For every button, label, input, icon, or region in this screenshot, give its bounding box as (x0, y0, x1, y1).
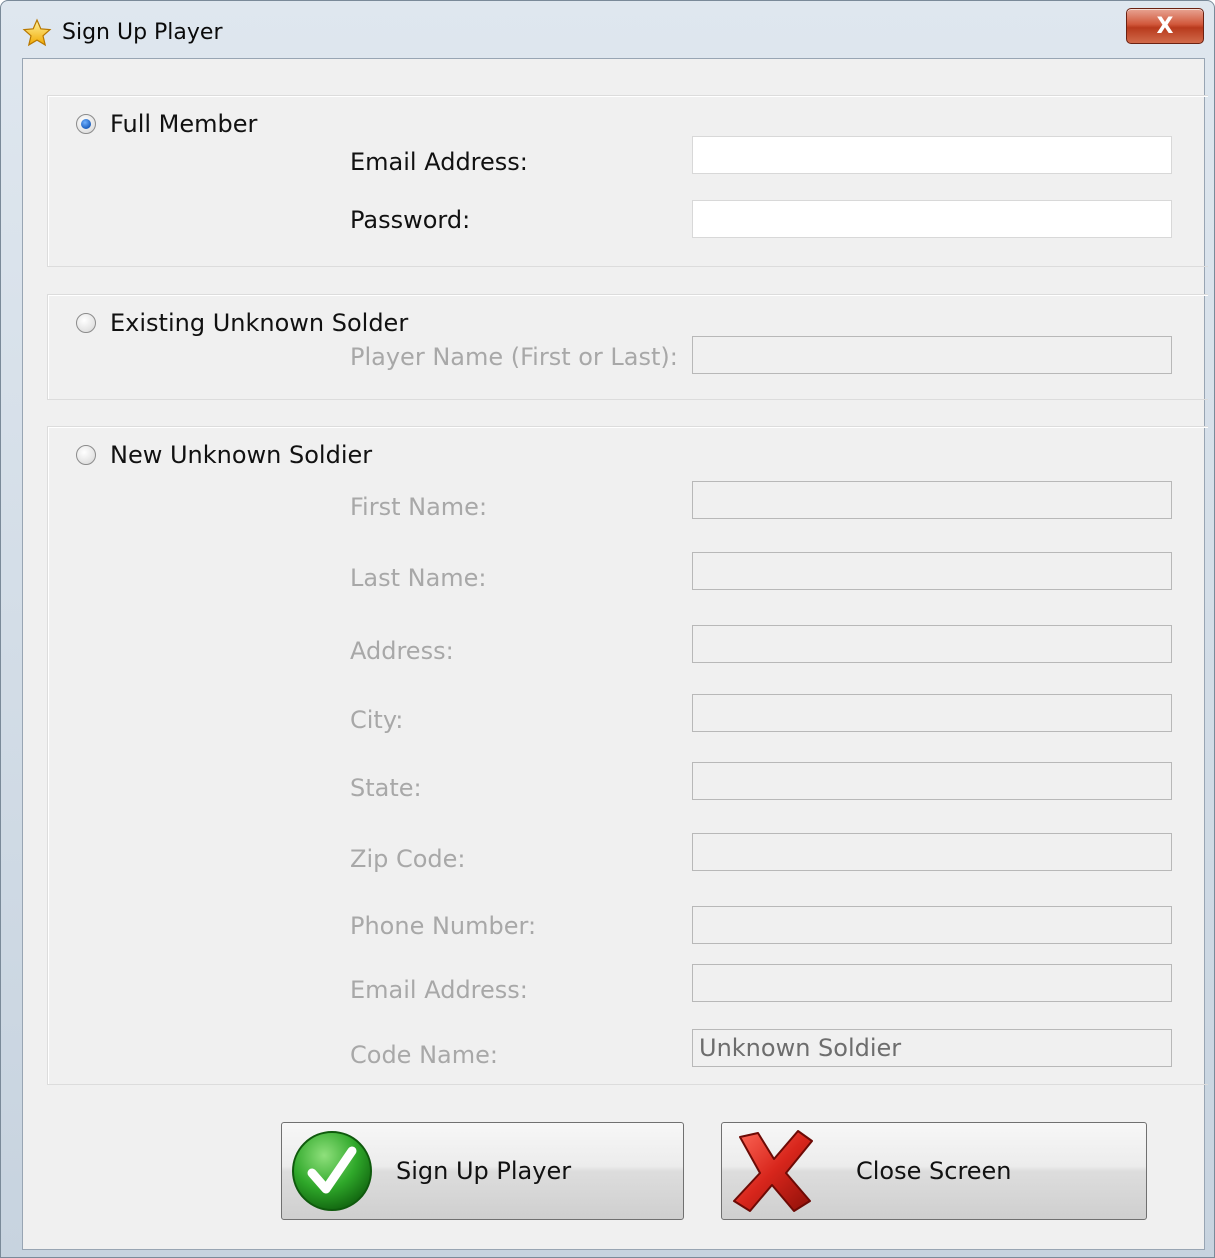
city-label: City: (350, 706, 404, 734)
full-member-radio[interactable] (76, 114, 96, 134)
full-member-radio-option[interactable]: Full Member (76, 110, 257, 138)
email-address-field[interactable] (692, 136, 1172, 174)
new-email-address-field[interactable] (692, 964, 1172, 1002)
password-label: Password: (350, 206, 471, 234)
full-member-label: Full Member (110, 110, 258, 138)
existing-unknown-radio[interactable] (76, 313, 96, 333)
first-name-label: First Name: (350, 493, 488, 521)
first-name-field[interactable] (692, 481, 1172, 519)
close-screen-label: Close Screen (856, 1157, 1012, 1185)
player-name-label: Player Name (First or Last): (350, 343, 678, 371)
new-email-address-label: Email Address: (350, 976, 528, 1004)
code-name-field[interactable] (692, 1029, 1172, 1067)
address-label: Address: (350, 637, 454, 665)
sign-up-player-label: Sign Up Player (396, 1157, 572, 1185)
window-close-button[interactable]: X (1126, 8, 1204, 44)
email-address-label: Email Address: (350, 148, 528, 176)
state-label: State: (350, 774, 422, 802)
phone-number-field[interactable] (692, 906, 1172, 944)
last-name-label: Last Name: (350, 564, 487, 592)
form-client-area: Full Member Email Address: Password: Exi… (22, 58, 1208, 1250)
new-unknown-group: New Unknown Soldier First Name: Last Nam… (47, 426, 1208, 1085)
last-name-field[interactable] (692, 552, 1172, 590)
existing-unknown-group: Existing Unknown Solder Player Name (Fir… (47, 294, 1208, 400)
player-name-field[interactable] (692, 336, 1172, 374)
phone-number-label: Phone Number: (350, 912, 537, 940)
window-title: Sign Up Player (62, 20, 223, 45)
sign-up-player-button[interactable]: Sign Up Player (281, 1122, 684, 1220)
existing-unknown-radio-option[interactable]: Existing Unknown Solder (76, 309, 408, 337)
new-unknown-radio-option[interactable]: New Unknown Soldier (76, 441, 372, 469)
code-name-label: Code Name: (350, 1041, 498, 1069)
city-field[interactable] (692, 694, 1172, 732)
state-field[interactable] (692, 762, 1172, 800)
address-field[interactable] (692, 625, 1172, 663)
full-member-group: Full Member Email Address: Password: (47, 95, 1208, 267)
close-screen-button[interactable]: Close Screen (721, 1122, 1147, 1220)
sign-up-player-window: Sign Up Player X Full Member Email Addre… (0, 0, 1215, 1258)
zip-code-field[interactable] (692, 833, 1172, 871)
new-unknown-radio[interactable] (76, 445, 96, 465)
password-field[interactable] (692, 200, 1172, 238)
checkmark-icon (292, 1131, 372, 1211)
new-unknown-label: New Unknown Soldier (110, 441, 373, 469)
existing-unknown-label: Existing Unknown Solder (110, 309, 409, 337)
zip-code-label: Zip Code: (350, 845, 466, 873)
red-x-icon (733, 1130, 813, 1212)
star-icon (22, 18, 52, 47)
close-icon: X (1156, 13, 1174, 39)
title-bar[interactable]: Sign Up Player X (10, 4, 1205, 56)
